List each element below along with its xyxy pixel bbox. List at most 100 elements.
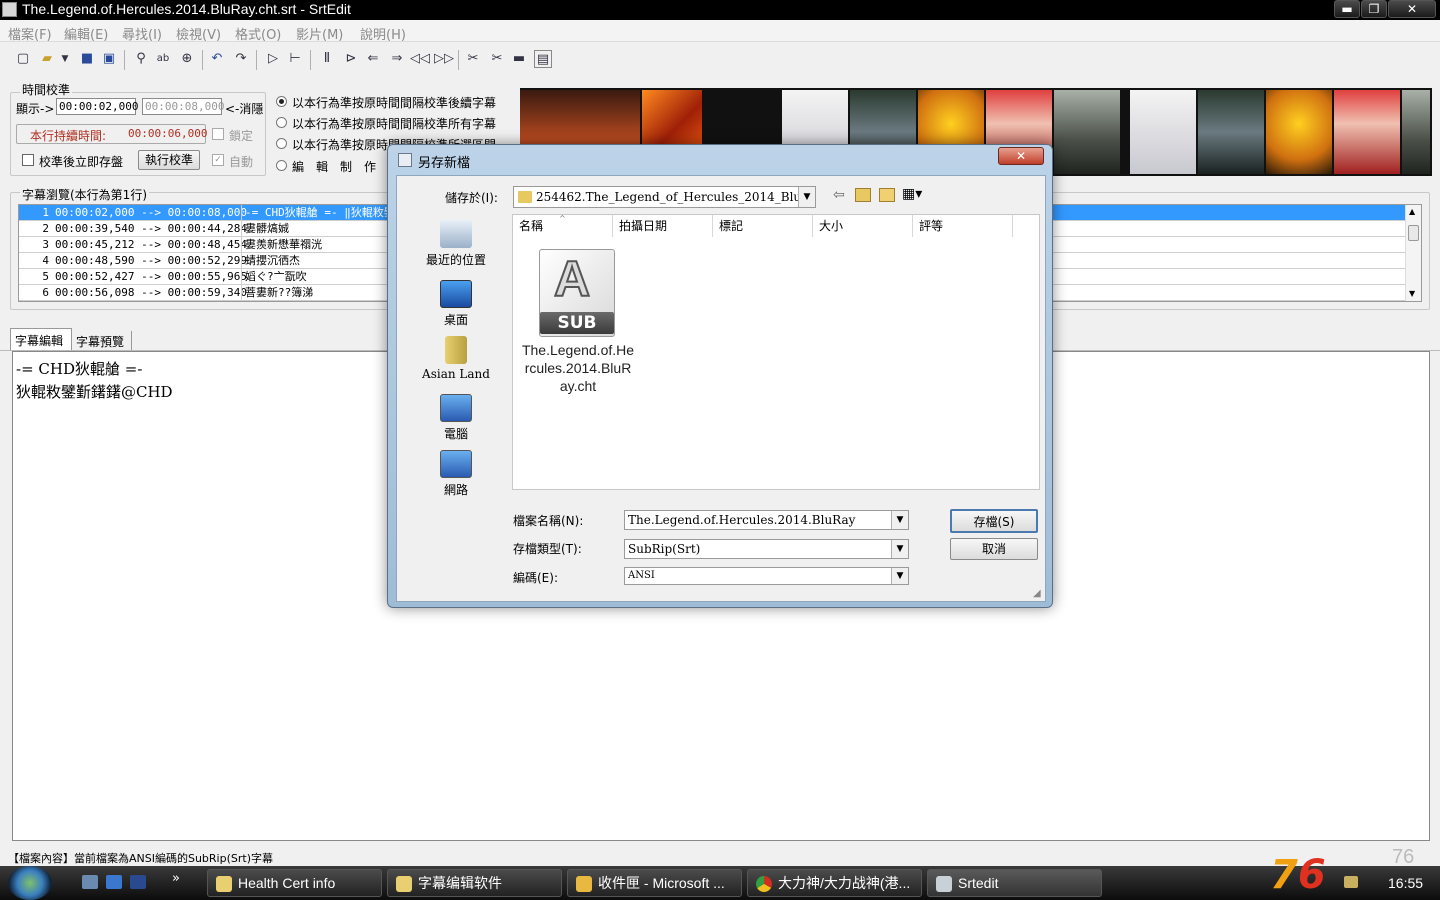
column-name[interactable]: 名稱 ^ xyxy=(513,214,613,237)
edit-char-4: 作 xyxy=(364,160,377,174)
place-network[interactable]: 網路 xyxy=(411,450,501,498)
save-button[interactable]: 存檔(S) xyxy=(950,509,1038,533)
taskbar-item-3[interactable]: 收件匣 - Microsoft ... xyxy=(567,869,742,897)
execute-calibration-button[interactable]: 執行校準 xyxy=(138,150,200,170)
new-folder-icon[interactable] xyxy=(879,188,895,202)
menu-format[interactable]: 格式(O) xyxy=(235,24,281,43)
more-icon[interactable]: » xyxy=(172,871,180,886)
save-icon[interactable]: ■ xyxy=(78,50,96,68)
replace-icon[interactable]: ab xyxy=(154,50,172,68)
screenshot-icon[interactable]: ▤ xyxy=(534,50,552,68)
chevron-down-icon[interactable]: ▼ xyxy=(891,568,908,584)
place-recent[interactable]: 最近的位置 xyxy=(411,220,501,268)
save-in-combo[interactable]: 254462.The_Legend_of_Hercules_2014_BluR … xyxy=(513,186,816,208)
chrome-icon xyxy=(756,876,772,892)
switch-windows-icon[interactable] xyxy=(130,875,146,889)
zoom-icon[interactable]: ⊕ xyxy=(178,50,196,68)
radio-following[interactable] xyxy=(276,96,287,107)
status-text: 【檔案內容】當前檔案為ANSI編碼的SubRip(Srt)字幕 xyxy=(8,852,273,865)
watermark-text: 76 xyxy=(1392,846,1415,868)
place-desktop[interactable]: 桌面 xyxy=(411,280,501,328)
tab-subtitle-edit[interactable]: 字幕編輯 xyxy=(10,328,72,350)
editor-line-2: 狄輥敉鐾斳鐯鐯@CHD xyxy=(16,383,173,401)
start-button[interactable] xyxy=(8,866,52,900)
menu-movie[interactable]: 影片(M) xyxy=(296,24,343,43)
taskbar-item-1[interactable]: Health Cert info xyxy=(207,869,382,897)
folder-icon xyxy=(396,876,412,892)
save-all-icon[interactable]: ▣ xyxy=(100,50,118,68)
lock-checkbox[interactable] xyxy=(212,128,224,140)
file-list[interactable]: 名稱 ^ 拍攝日期 標記 大小 評等 A SUB The.Legend.of.He… xyxy=(512,214,1040,490)
tab-subtitle-preview[interactable]: 字幕預覽 xyxy=(74,331,132,351)
poster-image xyxy=(1198,90,1264,174)
column-tags[interactable]: 標記 xyxy=(713,215,813,237)
undo-icon[interactable]: ↶ xyxy=(208,50,226,68)
pause-icon[interactable]: Ⅱ xyxy=(318,50,336,68)
column-size[interactable]: 大小 xyxy=(813,215,913,237)
taskbar-item-4[interactable]: 大力神/大力战神(港... xyxy=(747,869,922,897)
cut-start-icon[interactable]: ✂ xyxy=(464,50,482,68)
taskbar-item-5[interactable]: Srtedit xyxy=(927,869,1102,897)
menu-find[interactable]: 尋找(I) xyxy=(122,24,162,43)
redo-icon[interactable]: ↷ xyxy=(232,50,250,68)
chevron-down-icon[interactable]: ▼ xyxy=(798,187,815,207)
play-icon[interactable]: ▷ xyxy=(264,50,282,68)
srtedit-icon xyxy=(936,876,952,892)
column-rating[interactable]: 評等 xyxy=(913,215,1013,237)
menu-view[interactable]: 檢視(V) xyxy=(176,24,221,43)
chevron-down-icon[interactable]: ▼ xyxy=(891,540,908,558)
menu-file[interactable]: 檔案(F) xyxy=(8,24,52,43)
dialog-close-button[interactable]: ✕ xyxy=(998,147,1044,165)
scroll-thumb[interactable] xyxy=(1408,225,1419,241)
scroll-up-icon[interactable]: ▲ xyxy=(1409,207,1415,216)
list-scrollbar[interactable]: ▲ ▼ xyxy=(1405,205,1421,301)
maximize-button[interactable]: ❐ xyxy=(1361,0,1387,18)
scroll-down-icon[interactable]: ▼ xyxy=(1409,289,1415,298)
column-date[interactable]: 拍攝日期 xyxy=(613,215,713,237)
view-menu-icon[interactable]: ▦▾ xyxy=(902,186,922,202)
cancel-button[interactable]: 取消 xyxy=(950,538,1038,560)
quicklaunch-icon[interactable] xyxy=(82,875,98,889)
goto-icon[interactable]: ⊢ xyxy=(286,50,304,68)
radio-all[interactable] xyxy=(276,117,287,128)
radio-edit[interactable] xyxy=(276,160,287,171)
open-folder-icon[interactable]: ▰ xyxy=(38,50,56,68)
rewind-icon[interactable]: ◁◁ xyxy=(410,50,430,68)
step-icon[interactable]: ⊳ xyxy=(342,50,360,68)
new-file-icon[interactable]: ▢ xyxy=(14,50,32,68)
network-icon xyxy=(440,450,472,478)
place-computer[interactable]: 電腦 xyxy=(411,394,501,442)
close-button[interactable]: ✕ xyxy=(1388,0,1436,18)
show-desktop-icon[interactable] xyxy=(106,875,122,889)
encoding-combo[interactable]: ANSI ▼ xyxy=(624,567,909,585)
auto-checkbox[interactable]: ✓ xyxy=(212,154,224,166)
save-after-checkbox[interactable] xyxy=(22,154,34,166)
minimize-button[interactable]: ▬ xyxy=(1334,0,1360,18)
menu-edit[interactable]: 編輯(E) xyxy=(64,24,108,43)
cut-end-icon[interactable]: ✂ xyxy=(488,50,506,68)
tray-icon[interactable] xyxy=(1344,876,1358,888)
back-icon[interactable]: ⇐ xyxy=(364,50,382,68)
back-arrow-icon[interactable]: ⇦ xyxy=(833,187,845,203)
filename-combo[interactable]: The.Legend.of.Hercules.2014.BluRay ▼ xyxy=(624,510,909,530)
resize-grip-icon[interactable]: ◢ xyxy=(1033,588,1041,599)
place-asian-land[interactable]: Asian Land xyxy=(411,336,501,381)
open-dropdown-icon[interactable]: ▼ xyxy=(56,50,74,68)
title-bar[interactable]: The.Legend.of.Hercules.2014.BluRay.cht.s… xyxy=(0,0,1440,20)
fast-forward-icon[interactable]: ▷▷ xyxy=(434,50,454,68)
chevron-down-icon[interactable]: ▼ xyxy=(891,511,908,529)
radio-range[interactable] xyxy=(276,138,287,149)
file-item[interactable]: A SUB The.Legend.of.Hercules.2014.BluRay… xyxy=(517,243,637,394)
taskbar-item-2[interactable]: 字幕编辑软件 xyxy=(387,869,562,897)
find-icon[interactable]: ⚲ xyxy=(132,50,150,68)
dialog-title: 另存新檔 xyxy=(418,156,471,171)
clock[interactable]: 16:55 xyxy=(1388,875,1423,891)
up-folder-icon[interactable] xyxy=(855,188,871,202)
menu-help[interactable]: 說明(H) xyxy=(360,24,406,43)
forward-icon[interactable]: ⇒ xyxy=(388,50,406,68)
film-icon[interactable]: ▬ xyxy=(510,50,528,68)
auto-label: 自動 xyxy=(229,155,254,169)
end-time-field[interactable]: 00:00:08,000 xyxy=(142,98,224,115)
start-time-field[interactable]: 00:00:02,000 xyxy=(56,98,138,115)
filetype-combo[interactable]: SubRip(Srt) ▼ xyxy=(624,539,909,559)
